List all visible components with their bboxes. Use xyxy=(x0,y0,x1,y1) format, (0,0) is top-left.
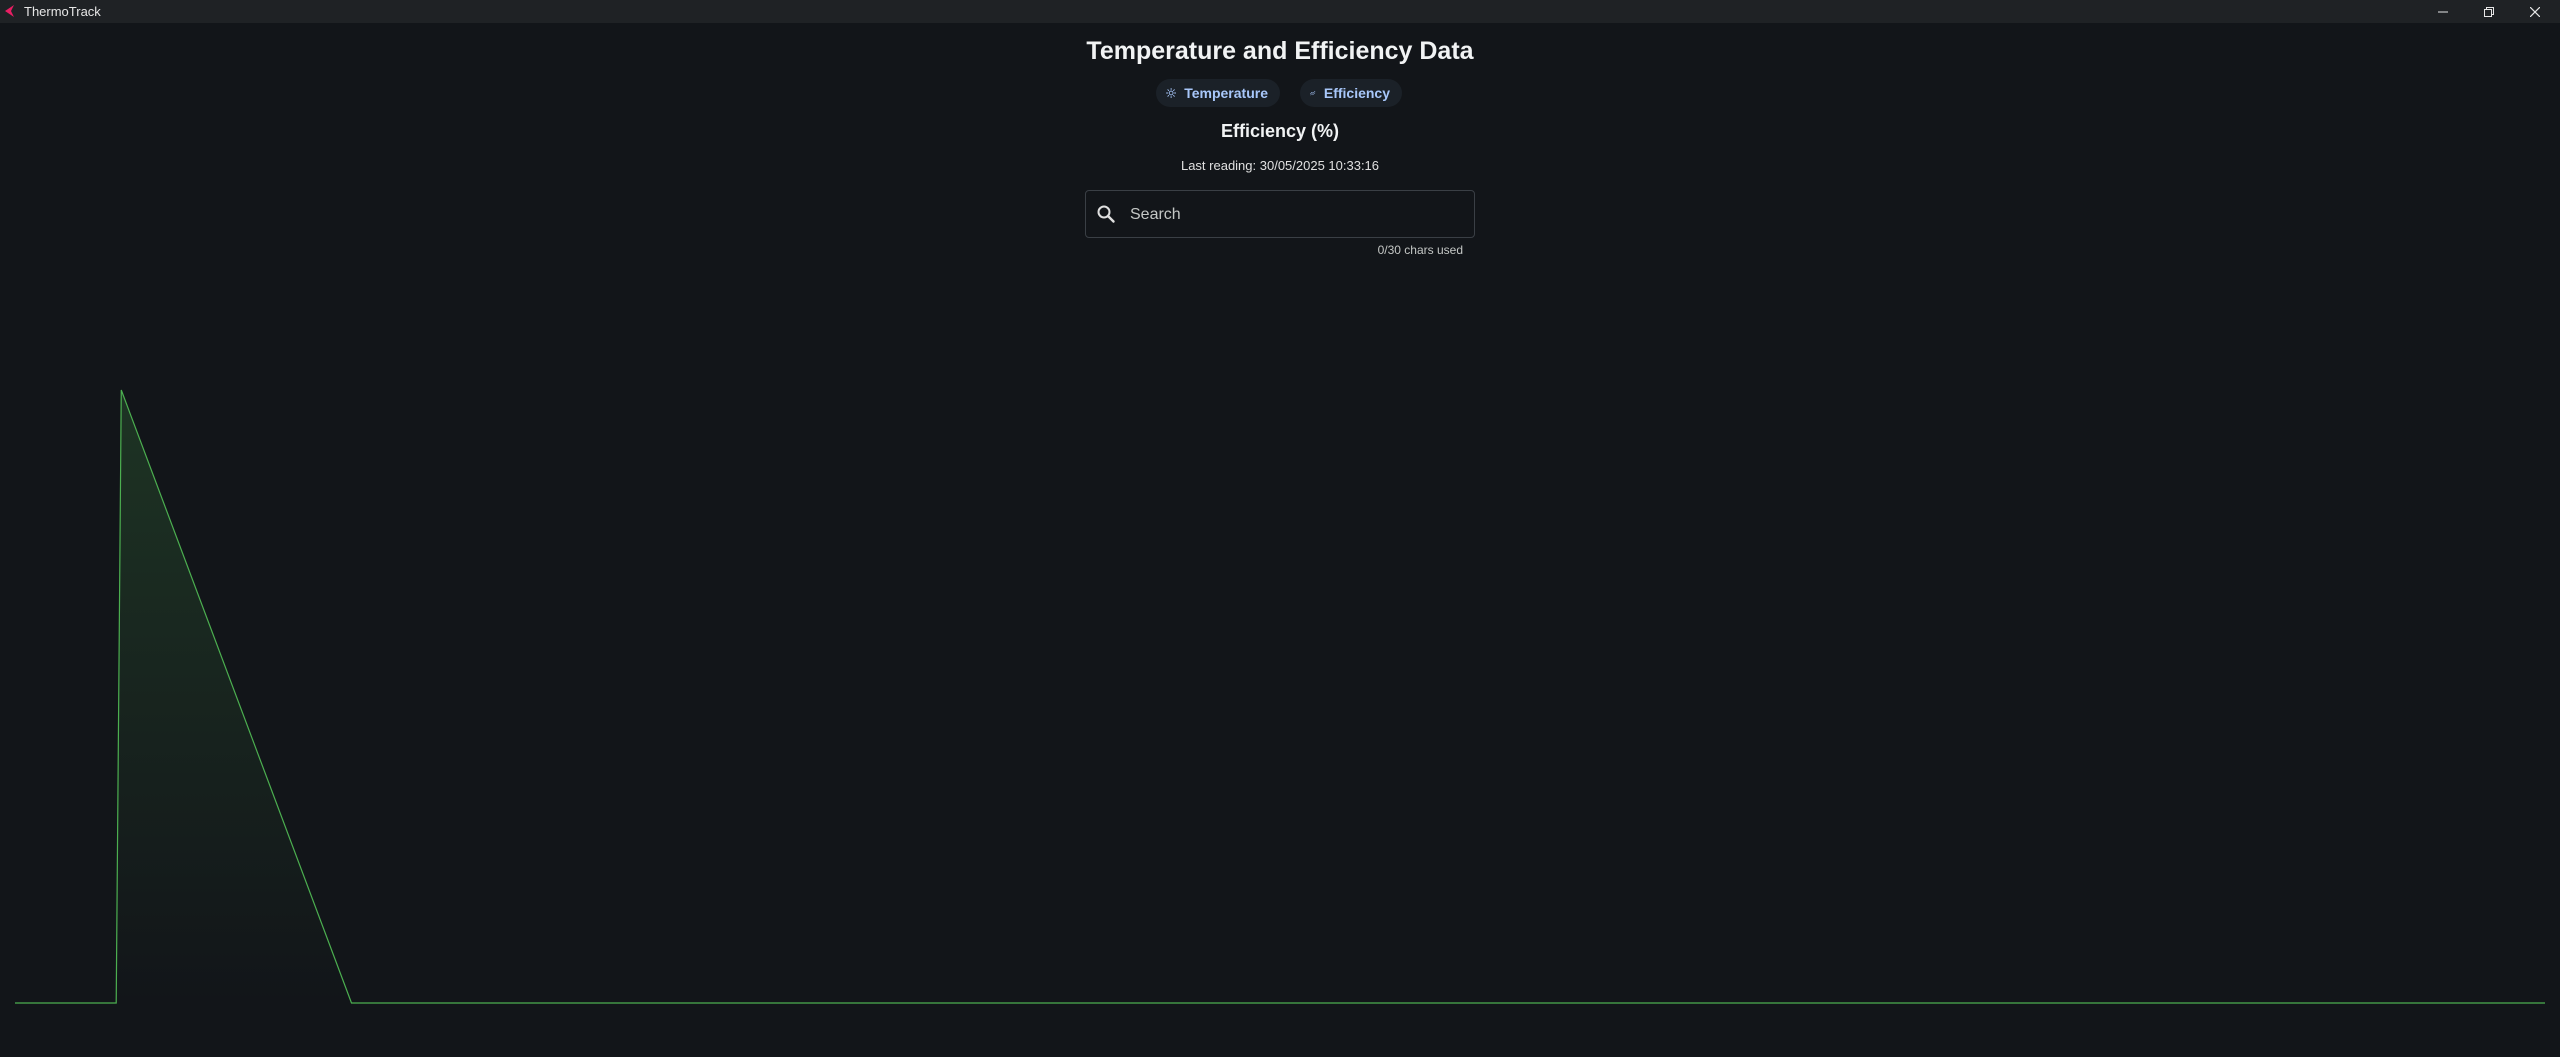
series-line xyxy=(15,389,2545,1004)
section-title: Efficiency (%) xyxy=(1220,121,1340,141)
tab-temperature-label: Temperature xyxy=(1184,85,1268,101)
close-button[interactable] xyxy=(2512,0,2558,23)
minimize-button[interactable] xyxy=(2420,0,2466,23)
thermotrack-logo-icon xyxy=(5,5,14,17)
chart-plot-area xyxy=(15,389,2545,1004)
chart-line-icon xyxy=(1310,90,1316,96)
char-counter: 0/30 chars used xyxy=(1377,243,1463,257)
series-area xyxy=(15,390,2545,1003)
minimize-icon xyxy=(2438,11,2448,12)
tab-efficiency-label: Efficiency xyxy=(1323,85,1390,101)
restore-button[interactable] xyxy=(2466,0,2512,23)
tab-efficiency[interactable]: Efficiency xyxy=(1300,79,1402,107)
tab-temperature[interactable]: Temperature xyxy=(1156,79,1280,107)
close-icon xyxy=(2530,6,2540,17)
page-title: Temperature and Efficiency Data xyxy=(1086,37,1474,65)
search-box[interactable] xyxy=(1085,190,1475,239)
app-title: ThermoTrack xyxy=(24,4,101,19)
efficiency-chart xyxy=(15,389,2545,1004)
title-bar: ThermoTrack xyxy=(0,0,2560,23)
search-icon xyxy=(1097,205,1115,223)
last-reading: Last reading: 30/05/2025 10:33:16 xyxy=(1180,158,1380,173)
search-input[interactable] xyxy=(1128,191,1462,239)
restore-icon xyxy=(2484,6,2494,17)
sun-icon xyxy=(1166,87,1177,99)
